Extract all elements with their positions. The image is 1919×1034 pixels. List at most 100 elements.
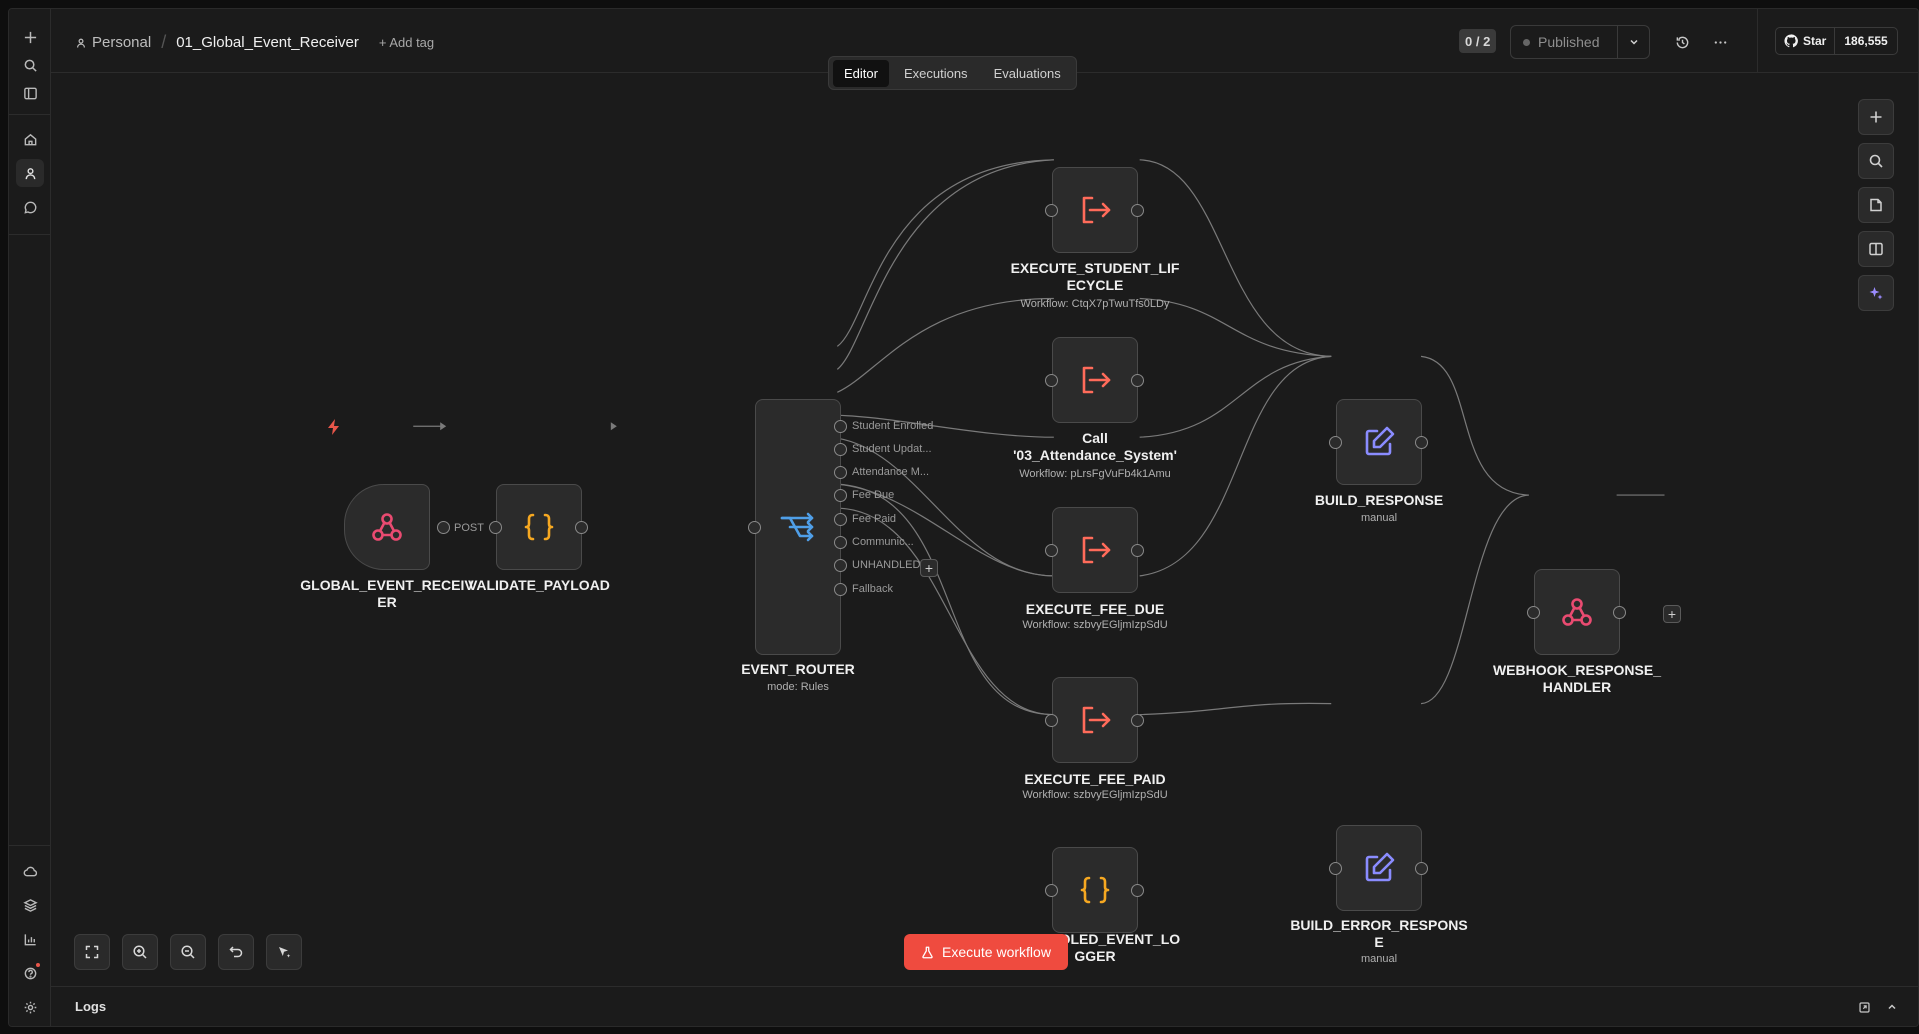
output-port[interactable] bbox=[1131, 374, 1144, 387]
router-output-port[interactable] bbox=[834, 443, 847, 456]
input-port[interactable] bbox=[1045, 204, 1058, 217]
node-execute-student-lifecycle[interactable] bbox=[1052, 167, 1138, 253]
notification-dot bbox=[36, 963, 40, 967]
output-port[interactable] bbox=[1131, 884, 1144, 897]
tab-evaluations[interactable]: Evaluations bbox=[983, 60, 1072, 87]
ai-assistant-button[interactable] bbox=[1858, 275, 1894, 311]
active-counter-badge: 0 / 2 bbox=[1459, 29, 1497, 53]
zoom-in-button[interactable] bbox=[122, 934, 158, 970]
settings-gear-icon[interactable] bbox=[16, 993, 44, 1021]
flask-icon bbox=[922, 946, 933, 958]
publish-button[interactable]: Published bbox=[1511, 34, 1617, 50]
output-port[interactable] bbox=[1131, 204, 1144, 217]
add-tag-link[interactable]: + Add tag bbox=[379, 35, 434, 50]
breadcrumb-project[interactable]: Personal bbox=[75, 34, 151, 51]
output-port[interactable] bbox=[575, 521, 588, 534]
router-output-label: Fee Due bbox=[852, 489, 895, 501]
node-sub-mode: manual bbox=[1360, 512, 1398, 524]
edge-router-student bbox=[836, 159, 1054, 347]
canvas-bottom-toolbar bbox=[74, 934, 302, 970]
input-port[interactable] bbox=[1045, 884, 1058, 897]
webhook-icon bbox=[372, 513, 402, 541]
sidebar-toggle-icon[interactable] bbox=[16, 79, 44, 107]
execute-workflow-icon bbox=[1082, 536, 1111, 564]
node-execute-fee-due[interactable] bbox=[1052, 507, 1138, 593]
output-port[interactable] bbox=[437, 521, 450, 534]
input-port[interactable] bbox=[748, 521, 761, 534]
templates-icon[interactable] bbox=[16, 891, 44, 919]
router-output-port[interactable] bbox=[834, 513, 847, 526]
node-webhook-response-handler[interactable] bbox=[1534, 569, 1620, 655]
pop-out-icon[interactable] bbox=[1856, 999, 1872, 1015]
output-port[interactable] bbox=[1415, 436, 1428, 449]
logs-panel-bar[interactable]: Logs bbox=[51, 986, 1918, 1026]
node-call-attendance-system[interactable] bbox=[1052, 337, 1138, 423]
input-port[interactable] bbox=[1045, 714, 1058, 727]
output-port[interactable] bbox=[1131, 714, 1144, 727]
tab-executions[interactable]: Executions bbox=[893, 60, 979, 87]
input-port[interactable] bbox=[489, 521, 502, 534]
node-global-event-receiver[interactable] bbox=[344, 484, 430, 570]
node-unhandled-event-logger[interactable] bbox=[1052, 847, 1138, 933]
execute-workflow-icon bbox=[1082, 706, 1111, 734]
node-sub-workflow-id: Workflow: pLrsFgVuFb4k1Amu bbox=[1019, 468, 1171, 480]
node-build-error-response[interactable] bbox=[1336, 825, 1422, 911]
tab-editor[interactable]: Editor bbox=[833, 59, 889, 87]
execute-workflow-button[interactable]: Execute workflow bbox=[904, 934, 1068, 970]
node-validate-payload[interactable] bbox=[496, 484, 582, 570]
edge-router-attendance bbox=[837, 297, 1054, 393]
node-event-router[interactable] bbox=[755, 399, 841, 655]
panel-toggle-button[interactable] bbox=[1858, 231, 1894, 267]
input-port[interactable] bbox=[1329, 862, 1342, 875]
add-node-plus-button[interactable]: + bbox=[920, 559, 938, 577]
router-output-port[interactable] bbox=[834, 489, 847, 502]
node-build-response[interactable] bbox=[1336, 399, 1422, 485]
undo-button[interactable] bbox=[218, 934, 254, 970]
output-port[interactable] bbox=[1613, 606, 1626, 619]
edge-feepaid-build bbox=[1139, 355, 1332, 577]
github-star[interactable]: Star bbox=[1776, 28, 1836, 54]
node-sub-workflow-id: Workflow: szbvyEGljmIzpSdU bbox=[1022, 619, 1168, 631]
publish-control[interactable]: Published bbox=[1510, 25, 1650, 59]
router-output-label: Fee Paid bbox=[852, 513, 897, 525]
router-output-port[interactable] bbox=[834, 583, 847, 596]
input-port[interactable] bbox=[1527, 606, 1540, 619]
output-port[interactable] bbox=[1415, 862, 1428, 875]
tidy-up-button[interactable] bbox=[266, 934, 302, 970]
history-icon[interactable] bbox=[1673, 33, 1691, 51]
input-port[interactable] bbox=[1045, 374, 1058, 387]
workflow-name[interactable]: 01_Global_Event_Receiver bbox=[176, 34, 359, 51]
input-port[interactable] bbox=[1045, 544, 1058, 557]
node-label-build-response: BUILD_RESPONSE bbox=[1314, 492, 1444, 508]
chevron-up-icon[interactable] bbox=[1884, 999, 1900, 1015]
router-output-port[interactable] bbox=[834, 559, 847, 572]
search-nodes-button[interactable] bbox=[1858, 143, 1894, 179]
input-port[interactable] bbox=[1329, 436, 1342, 449]
add-node-plus-button[interactable]: + bbox=[1663, 605, 1681, 623]
fit-view-button[interactable] bbox=[74, 934, 110, 970]
home-icon[interactable] bbox=[16, 125, 44, 153]
insights-icon[interactable] bbox=[16, 925, 44, 953]
output-port[interactable] bbox=[1131, 544, 1144, 557]
zoom-out-button[interactable] bbox=[170, 934, 206, 970]
help-icon[interactable] bbox=[16, 959, 44, 987]
publish-dropdown-chevron-icon[interactable] bbox=[1617, 26, 1649, 58]
header-divider bbox=[1757, 9, 1758, 73]
personal-icon[interactable] bbox=[16, 159, 44, 187]
router-output-port[interactable] bbox=[834, 536, 847, 549]
node-label-execute-student-lifecycle: EXECUTE_STUDENT_LIF ECYCLE bbox=[1010, 260, 1180, 293]
cloud-icon[interactable] bbox=[16, 857, 44, 885]
sticky-note-button[interactable] bbox=[1858, 187, 1894, 223]
webhook-icon bbox=[1562, 598, 1592, 626]
workflow-canvas[interactable]: POST GLOBAL_EVENT_RECEIV ER VALIDATE_PAY… bbox=[51, 73, 1918, 986]
create-icon[interactable] bbox=[16, 23, 44, 51]
router-output-port[interactable] bbox=[834, 420, 847, 433]
router-output-label: Communic... bbox=[852, 536, 914, 548]
node-execute-fee-paid[interactable] bbox=[1052, 677, 1138, 763]
chat-icon[interactable] bbox=[16, 193, 44, 221]
github-star-button[interactable]: Star 186,555 bbox=[1775, 27, 1898, 55]
search-icon[interactable] bbox=[16, 51, 44, 79]
more-options-icon[interactable] bbox=[1711, 33, 1729, 51]
add-node-button[interactable] bbox=[1858, 99, 1894, 135]
router-output-port[interactable] bbox=[834, 466, 847, 479]
